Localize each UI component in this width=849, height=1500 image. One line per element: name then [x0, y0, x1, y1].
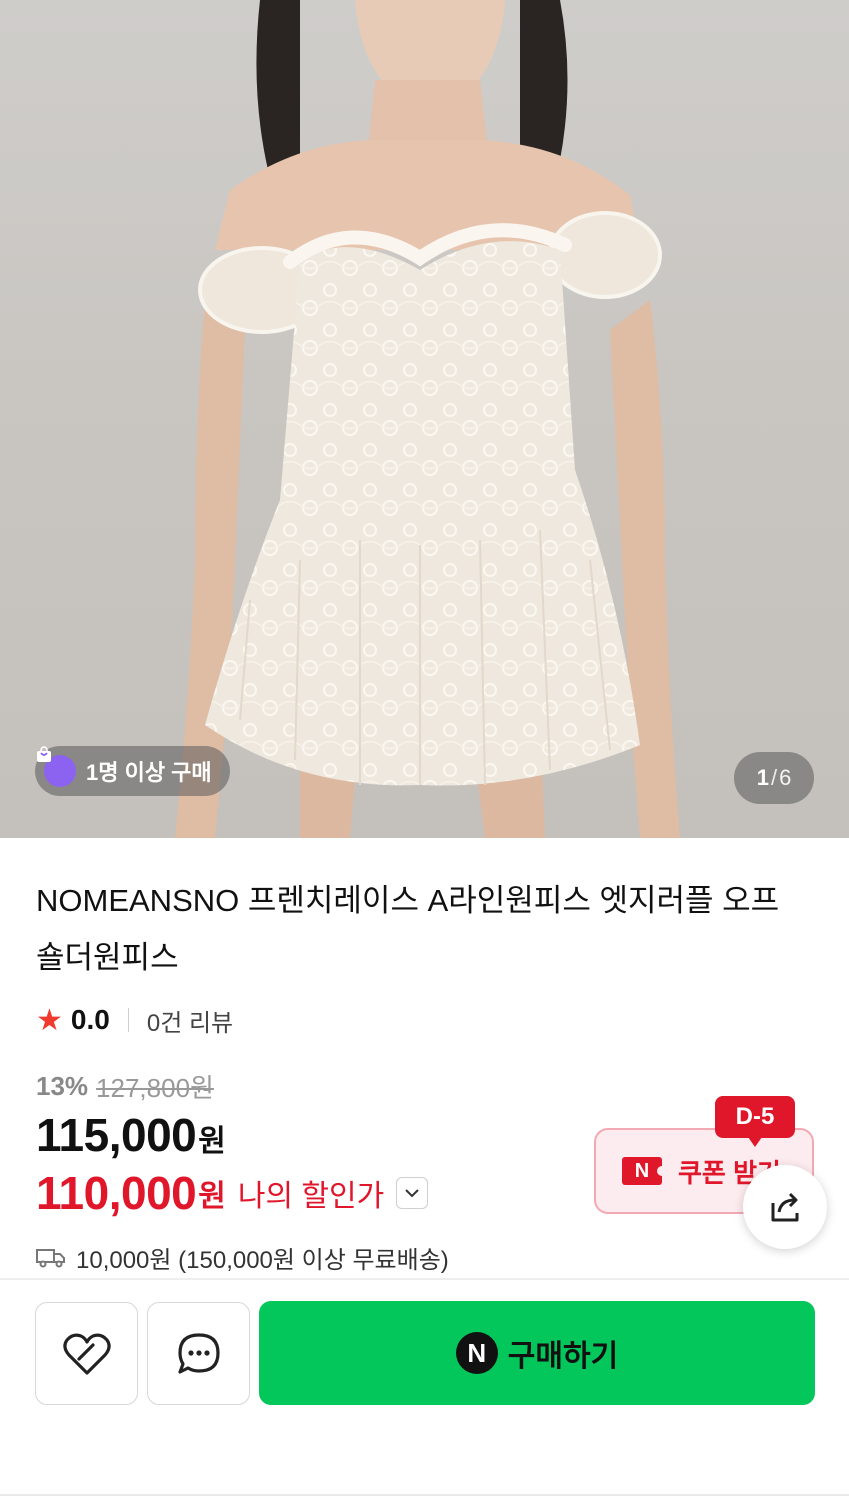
product-image[interactable]: 1명 이상 구매 1 / 6 — [0, 0, 849, 838]
wishlist-button[interactable] — [35, 1302, 138, 1405]
my-discount-price[interactable]: 110,000 원 나의 할인가 — [36, 1165, 429, 1221]
buyers-badge: 1명 이상 구매 — [35, 746, 230, 796]
dday-badge: D-5 — [715, 1096, 795, 1147]
delivery-truck-icon — [36, 1249, 65, 1268]
original-price-row: 13% 127,800원 — [36, 1066, 214, 1106]
my-price-value: 110,000 — [36, 1167, 197, 1219]
buy-button-label: 구매하기 — [507, 1340, 619, 1373]
image-counter: 1 / 6 — [734, 752, 814, 804]
product-title: NOMEANSNO 프렌치레이스 A라인원피스 엣지러플 오프숄더원피스 — [36, 883, 780, 975]
product-photo-illustration — [175, 0, 680, 838]
rating-row[interactable]: ★ 0.0 0건 리뷰 — [36, 1000, 233, 1040]
divider — [0, 1278, 849, 1280]
chat-bubble-icon — [177, 1332, 220, 1374]
rating-score: 0.0 — [70, 1004, 110, 1035]
original-price: 127,800원 — [96, 1072, 214, 1103]
discount-percent: 13% — [36, 1070, 89, 1101]
star-icon: ★ — [36, 1003, 63, 1037]
chat-button[interactable] — [147, 1302, 250, 1405]
buyers-badge-label: 1명 이상 구매 — [86, 760, 212, 785]
sale-price-unit: 원 — [198, 1125, 226, 1158]
shopping-bag-icon — [37, 746, 76, 787]
heart-icon — [62, 1333, 111, 1375]
naver-n-icon: N — [455, 1332, 498, 1374]
my-price-unit: 원 — [198, 1180, 226, 1213]
shipping-info: 10,000원 (150,000원 이상 무료배송) — [36, 1238, 449, 1276]
review-count-link[interactable]: 0건 리뷰 — [147, 1003, 233, 1038]
image-counter-separator: / — [770, 765, 778, 790]
buy-button[interactable]: N 구매하기 — [259, 1301, 815, 1405]
shipping-text: 10,000원 (150,000원 이상 무료배송) — [76, 1246, 449, 1274]
chevron-down-icon[interactable] — [396, 1177, 429, 1209]
my-price-label: 나의 할인가 — [237, 1180, 385, 1213]
naver-pay-n-icon: N — [622, 1157, 667, 1185]
home-indicator-line — [0, 1494, 849, 1496]
image-counter-total: 6 — [779, 765, 792, 790]
rating-divider — [127, 1008, 129, 1032]
sale-price-value: 115,000 — [36, 1109, 197, 1161]
share-icon — [771, 1192, 799, 1222]
sale-price: 115,000 원 — [36, 1108, 226, 1164]
image-counter-current: 1 — [756, 765, 769, 790]
share-button[interactable] — [743, 1165, 827, 1249]
